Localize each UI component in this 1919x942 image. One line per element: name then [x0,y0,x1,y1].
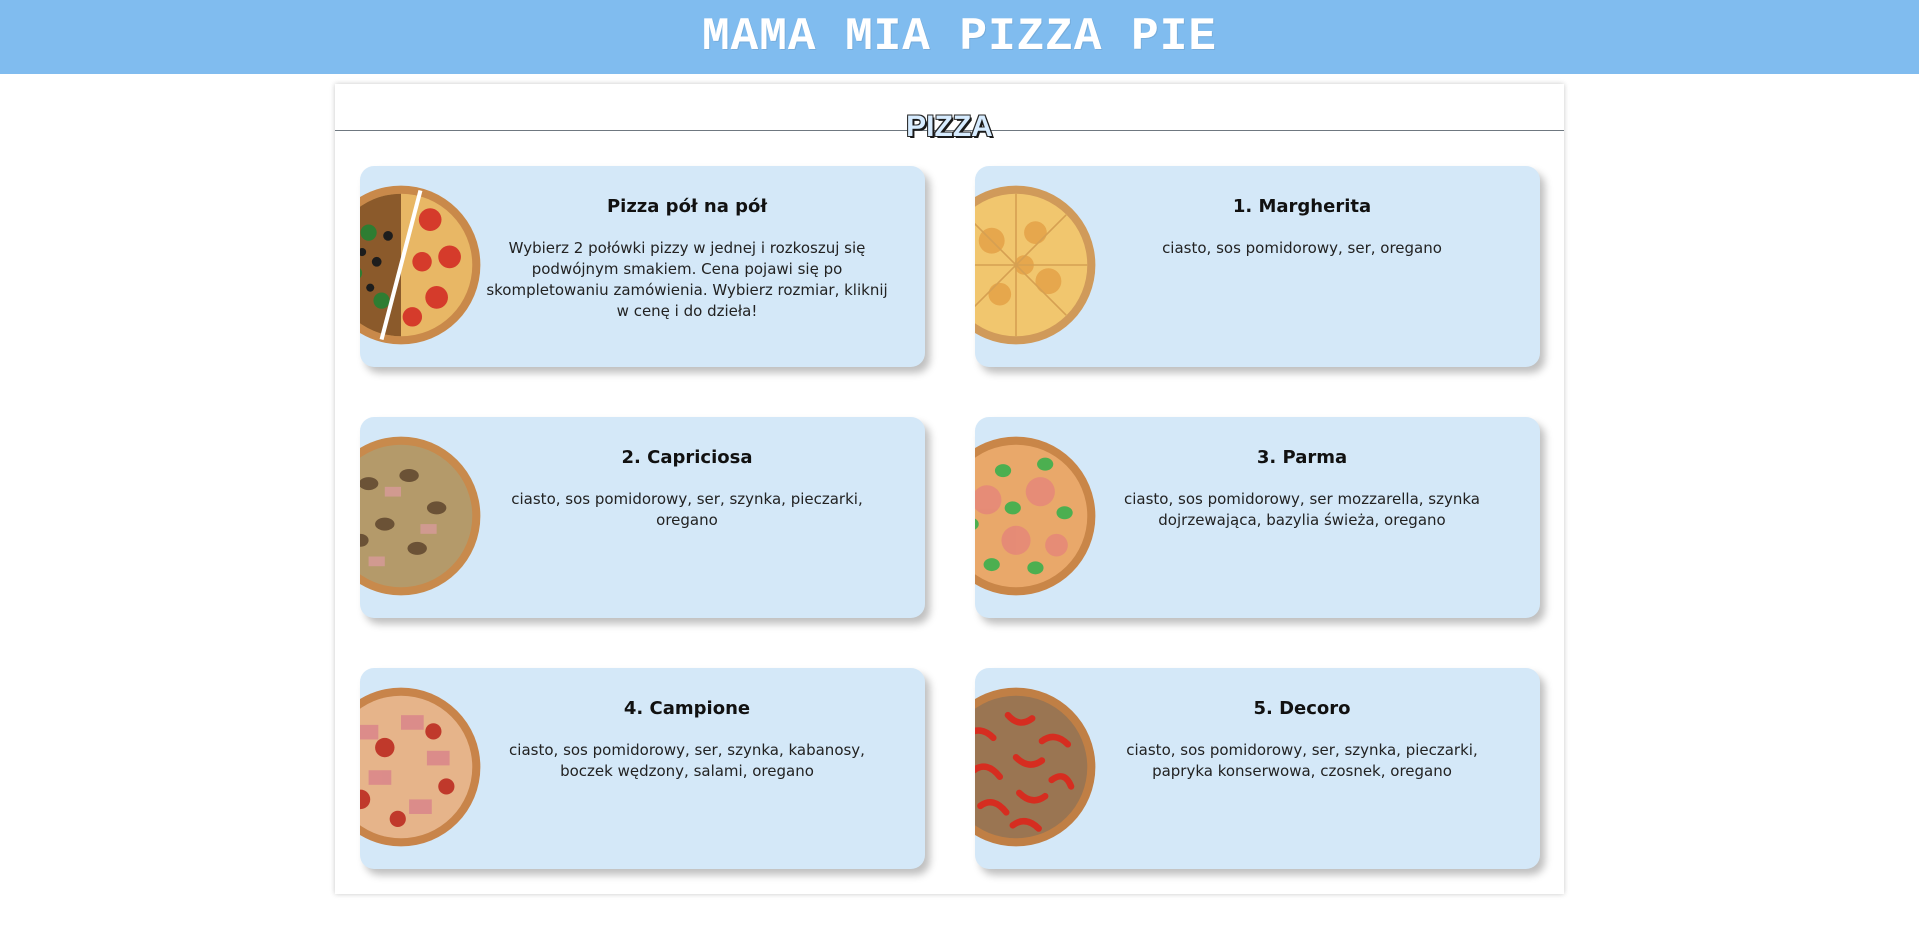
menu-item-description: ciasto, sos pomidorowy, ser, szynka, pie… [1126,741,1478,780]
menu-item-description: ciasto, sos pomidorowy, ser, szynka, pie… [511,490,863,529]
pizza-image [975,684,1100,854]
menu-item-description: ciasto, sos pomidorowy, ser mozzarella, … [1124,490,1480,529]
pizza-image [975,433,1100,603]
menu-item-title: 1. Margherita [1232,196,1372,217]
half-and-half-pizza-image [360,185,481,345]
menu-item-title: 3. Parma [1256,447,1348,468]
menu-item-description: Wybierz 2 połówki pizzy w jednej i rozko… [486,239,888,320]
menu-item-title: 2. Capriciosa [621,447,753,468]
decoro-pizza-image [975,687,1096,847]
pizza-image [975,182,1100,352]
menu-item-card[interactable]: 2. Capriciosa ciasto, sos pomidorowy, se… [360,417,925,618]
site-header: MAMA MIA PIZZA PIE [0,0,1919,74]
site-title: MAMA MIA PIZZA PIE [702,11,1217,63]
menu-item-card[interactable]: Pizza pół na pół Wybierz 2 połówki pizzy… [360,166,925,367]
menu-item-title: Pizza pół na pół [606,196,768,217]
menu-item-description: ciasto, sos pomidorowy, ser, szynka, kab… [509,741,865,780]
parma-pizza-image [975,436,1096,596]
campione-pizza-image [360,687,481,847]
menu-item-description: ciasto, sos pomidorowy, ser, oregano [1162,239,1442,257]
menu-item-title: 5. Decoro [1253,698,1351,719]
menu-item-card[interactable]: 5. Decoro ciasto, sos pomidorowy, ser, s… [975,668,1540,869]
menu-item-title: 4. Campione [623,698,751,719]
margherita-pizza-image [975,185,1096,345]
menu-item-card[interactable]: 3. Parma ciasto, sos pomidorowy, ser moz… [975,417,1540,618]
pizza-image [360,433,485,603]
menu-item-card[interactable]: 4. Campione ciasto, sos pomidorowy, ser,… [360,668,925,869]
section-title: PIZZA [906,110,993,143]
pizza-image [360,182,485,352]
menu-item-card[interactable]: 1. Margherita ciasto, sos pomidorowy, se… [975,166,1540,367]
pizza-image [360,684,485,854]
capriciosa-pizza-image [360,436,481,596]
menu-panel: PIZZA Pizza pół na pół Wybierz 2 połówki… [335,84,1564,894]
